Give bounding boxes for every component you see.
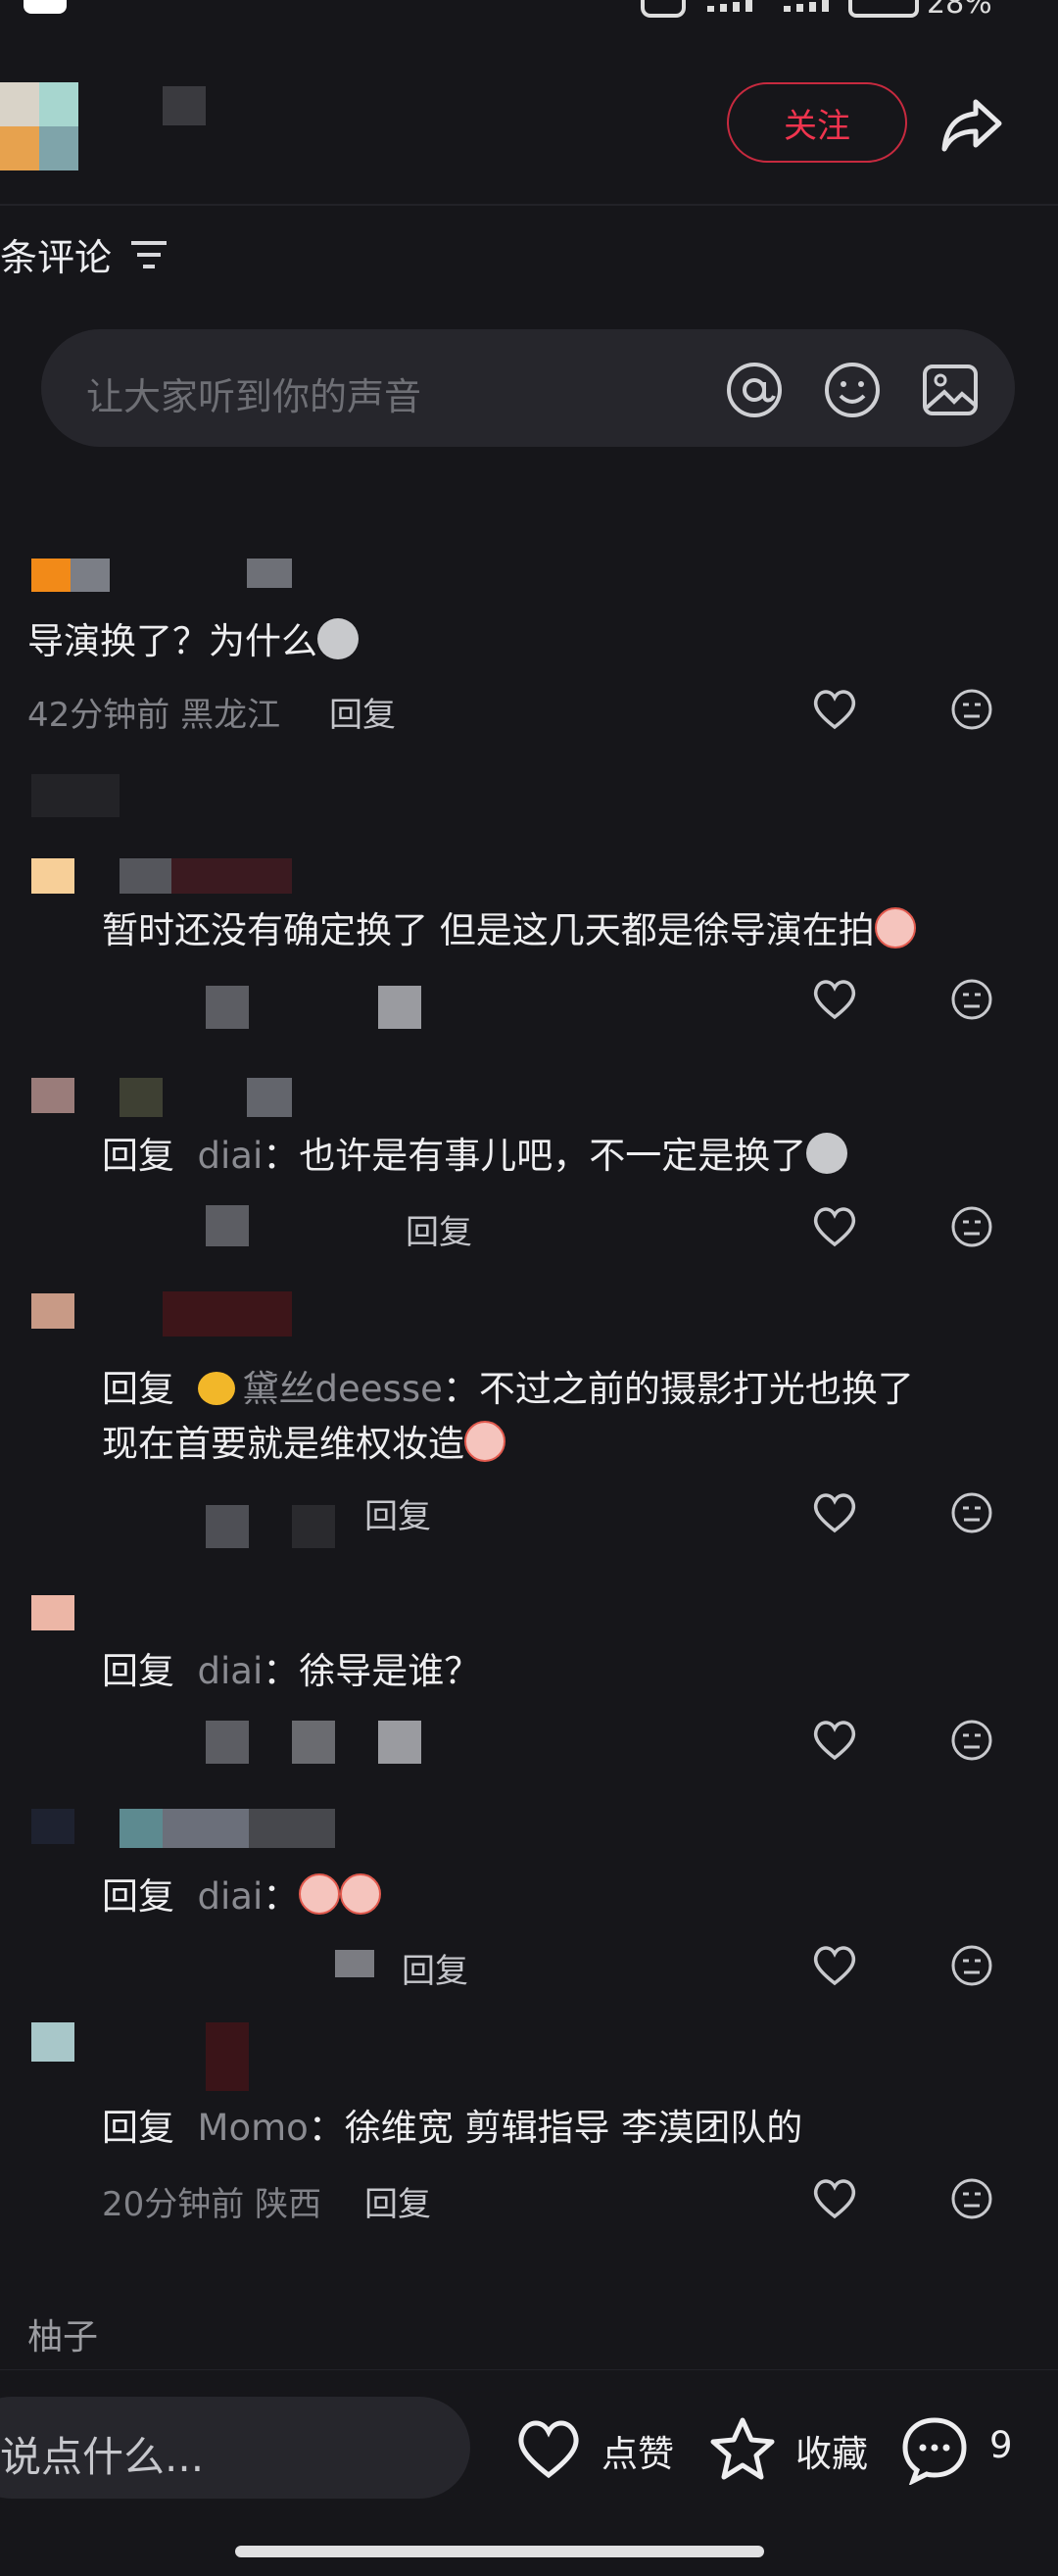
heart-icon[interactable]	[811, 1491, 858, 1534]
meta-mosaic	[206, 1505, 249, 1548]
username-mosaic	[120, 1078, 163, 1117]
username-mosaic	[247, 1078, 292, 1117]
alarm-icon	[641, 0, 686, 18]
mention-name[interactable]: diai	[198, 1650, 264, 1692]
crying-emoji-icon	[340, 1873, 382, 1915]
username-mosaic	[120, 1809, 335, 1848]
avatar[interactable]	[31, 1809, 74, 1844]
signal-icon	[707, 0, 762, 12]
crying-emoji-icon	[464, 1421, 505, 1462]
sweat-emoji-icon	[806, 1133, 848, 1174]
comment-text: 回复 diai：徐导是谁？	[102, 1650, 481, 1692]
header-divider	[0, 204, 1058, 206]
comment-count[interactable]: 9	[989, 2424, 1013, 2466]
favorite-label[interactable]: 收藏	[795, 2424, 868, 2477]
comment-text: 暂时还没有确定换了 但是这几天都是徐导演在拍	[102, 903, 916, 958]
comment-text: 导演换了？为什么	[27, 614, 359, 669]
meh-face-icon[interactable]	[950, 1944, 993, 1987]
signal-icon-2	[784, 0, 839, 12]
avatar[interactable]	[31, 1293, 74, 1329]
reply-button[interactable]: 回复	[402, 1944, 468, 1992]
username-mosaic	[206, 2022, 249, 2091]
comment-bubble-icon[interactable]	[899, 2414, 970, 2485]
mention-name[interactable]: 黛丝deesse	[243, 1368, 443, 1410]
star-icon[interactable]	[707, 2414, 778, 2485]
comment-text: 回复 黛丝deesse：不过之前的摄影打光也换了	[102, 1368, 914, 1410]
avatar[interactable]	[31, 858, 74, 894]
reply-button[interactable]: 回复	[364, 1489, 431, 1537]
mention-name[interactable]: diai	[198, 1135, 264, 1177]
heart-icon[interactable]	[811, 978, 858, 1021]
like-label[interactable]: 点赞	[601, 2424, 674, 2477]
meh-face-icon[interactable]	[950, 2177, 993, 2220]
comment-text: 回复 diai：也许是有事儿吧，不一定是换了	[102, 1129, 848, 1184]
heart-icon[interactable]	[513, 2414, 584, 2485]
meta-mosaic	[206, 986, 249, 1029]
follow-button[interactable]: 关注	[727, 82, 907, 163]
comment-text-line2: 现在首要就是维权妆造	[102, 1417, 505, 1472]
comments-count-title: 条评论	[0, 236, 113, 279]
heart-icon[interactable]	[811, 1205, 858, 1248]
emoji-icon[interactable]	[823, 361, 882, 419]
status-chip	[24, 0, 67, 14]
meh-face-icon[interactable]	[950, 978, 993, 1021]
crying-emoji-icon	[299, 1873, 341, 1915]
home-indicator[interactable]	[235, 2546, 764, 2557]
meta-mosaic	[292, 1721, 335, 1764]
comment-meta: 20分钟前 陕西	[102, 2185, 322, 2224]
avatar[interactable]	[31, 559, 110, 592]
heart-icon[interactable]	[811, 688, 858, 731]
collapsed-replies-mosaic	[31, 774, 120, 817]
meta-mosaic	[292, 1505, 335, 1548]
at-icon[interactable]	[725, 361, 784, 419]
meta-mosaic	[335, 1950, 374, 1977]
comment-text: 回复 Momo：徐维宽 剪辑指导 李漠团队的	[102, 2107, 803, 2149]
meh-face-icon[interactable]	[950, 1491, 993, 1534]
heart-icon[interactable]	[811, 1944, 858, 1987]
status-bar: 28%	[0, 0, 1058, 24]
mention-name[interactable]: Momo	[198, 2107, 309, 2149]
quick-comment-input[interactable]: 说点什么...	[0, 2397, 470, 2499]
meta-mosaic	[378, 986, 421, 1029]
meta-mosaic	[378, 1721, 421, 1764]
meta-mosaic	[206, 1721, 249, 1764]
mention-name[interactable]: diai	[198, 1875, 264, 1918]
meta-mosaic	[206, 1205, 249, 1246]
avatar[interactable]	[31, 1595, 74, 1630]
reply-button[interactable]: 回复	[364, 2177, 431, 2225]
reply-button[interactable]: 回复	[406, 1205, 472, 1253]
username-mosaic	[120, 858, 292, 894]
quick-comment-placeholder: 说点什么...	[0, 2433, 205, 2481]
meh-face-icon[interactable]	[950, 688, 993, 731]
avatar[interactable]	[31, 1078, 74, 1113]
heart-icon[interactable]	[811, 1719, 858, 1762]
battery-icon	[848, 0, 919, 18]
sweat-emoji-icon	[317, 618, 359, 659]
sort-icon[interactable]	[129, 239, 168, 270]
meh-face-icon[interactable]	[950, 1205, 993, 1248]
comment-input[interactable]: 让大家听到你的声音	[41, 329, 1015, 447]
comment-text: 回复 diai：	[102, 1870, 382, 1924]
author-name-mosaic	[163, 86, 206, 125]
avatar[interactable]	[31, 2022, 74, 2062]
battery-percent: 28%	[927, 0, 992, 21]
share-icon[interactable]	[937, 88, 1007, 159]
crying-emoji-icon	[874, 907, 916, 948]
comment-input-placeholder: 让大家听到你的声音	[86, 375, 422, 418]
image-icon[interactable]	[921, 361, 980, 419]
username-mosaic	[247, 559, 292, 588]
meh-face-icon[interactable]	[950, 1719, 993, 1762]
heart-icon[interactable]	[811, 2177, 858, 2220]
reply-button[interactable]: 回复	[329, 688, 396, 736]
author-avatar[interactable]	[0, 82, 78, 170]
comment-meta: 42分钟前 黑龙江	[27, 696, 281, 735]
next-comment-author: 柚子	[27, 2317, 99, 2357]
bee-emoji-icon	[197, 1372, 235, 1405]
username-mosaic	[163, 1291, 292, 1337]
